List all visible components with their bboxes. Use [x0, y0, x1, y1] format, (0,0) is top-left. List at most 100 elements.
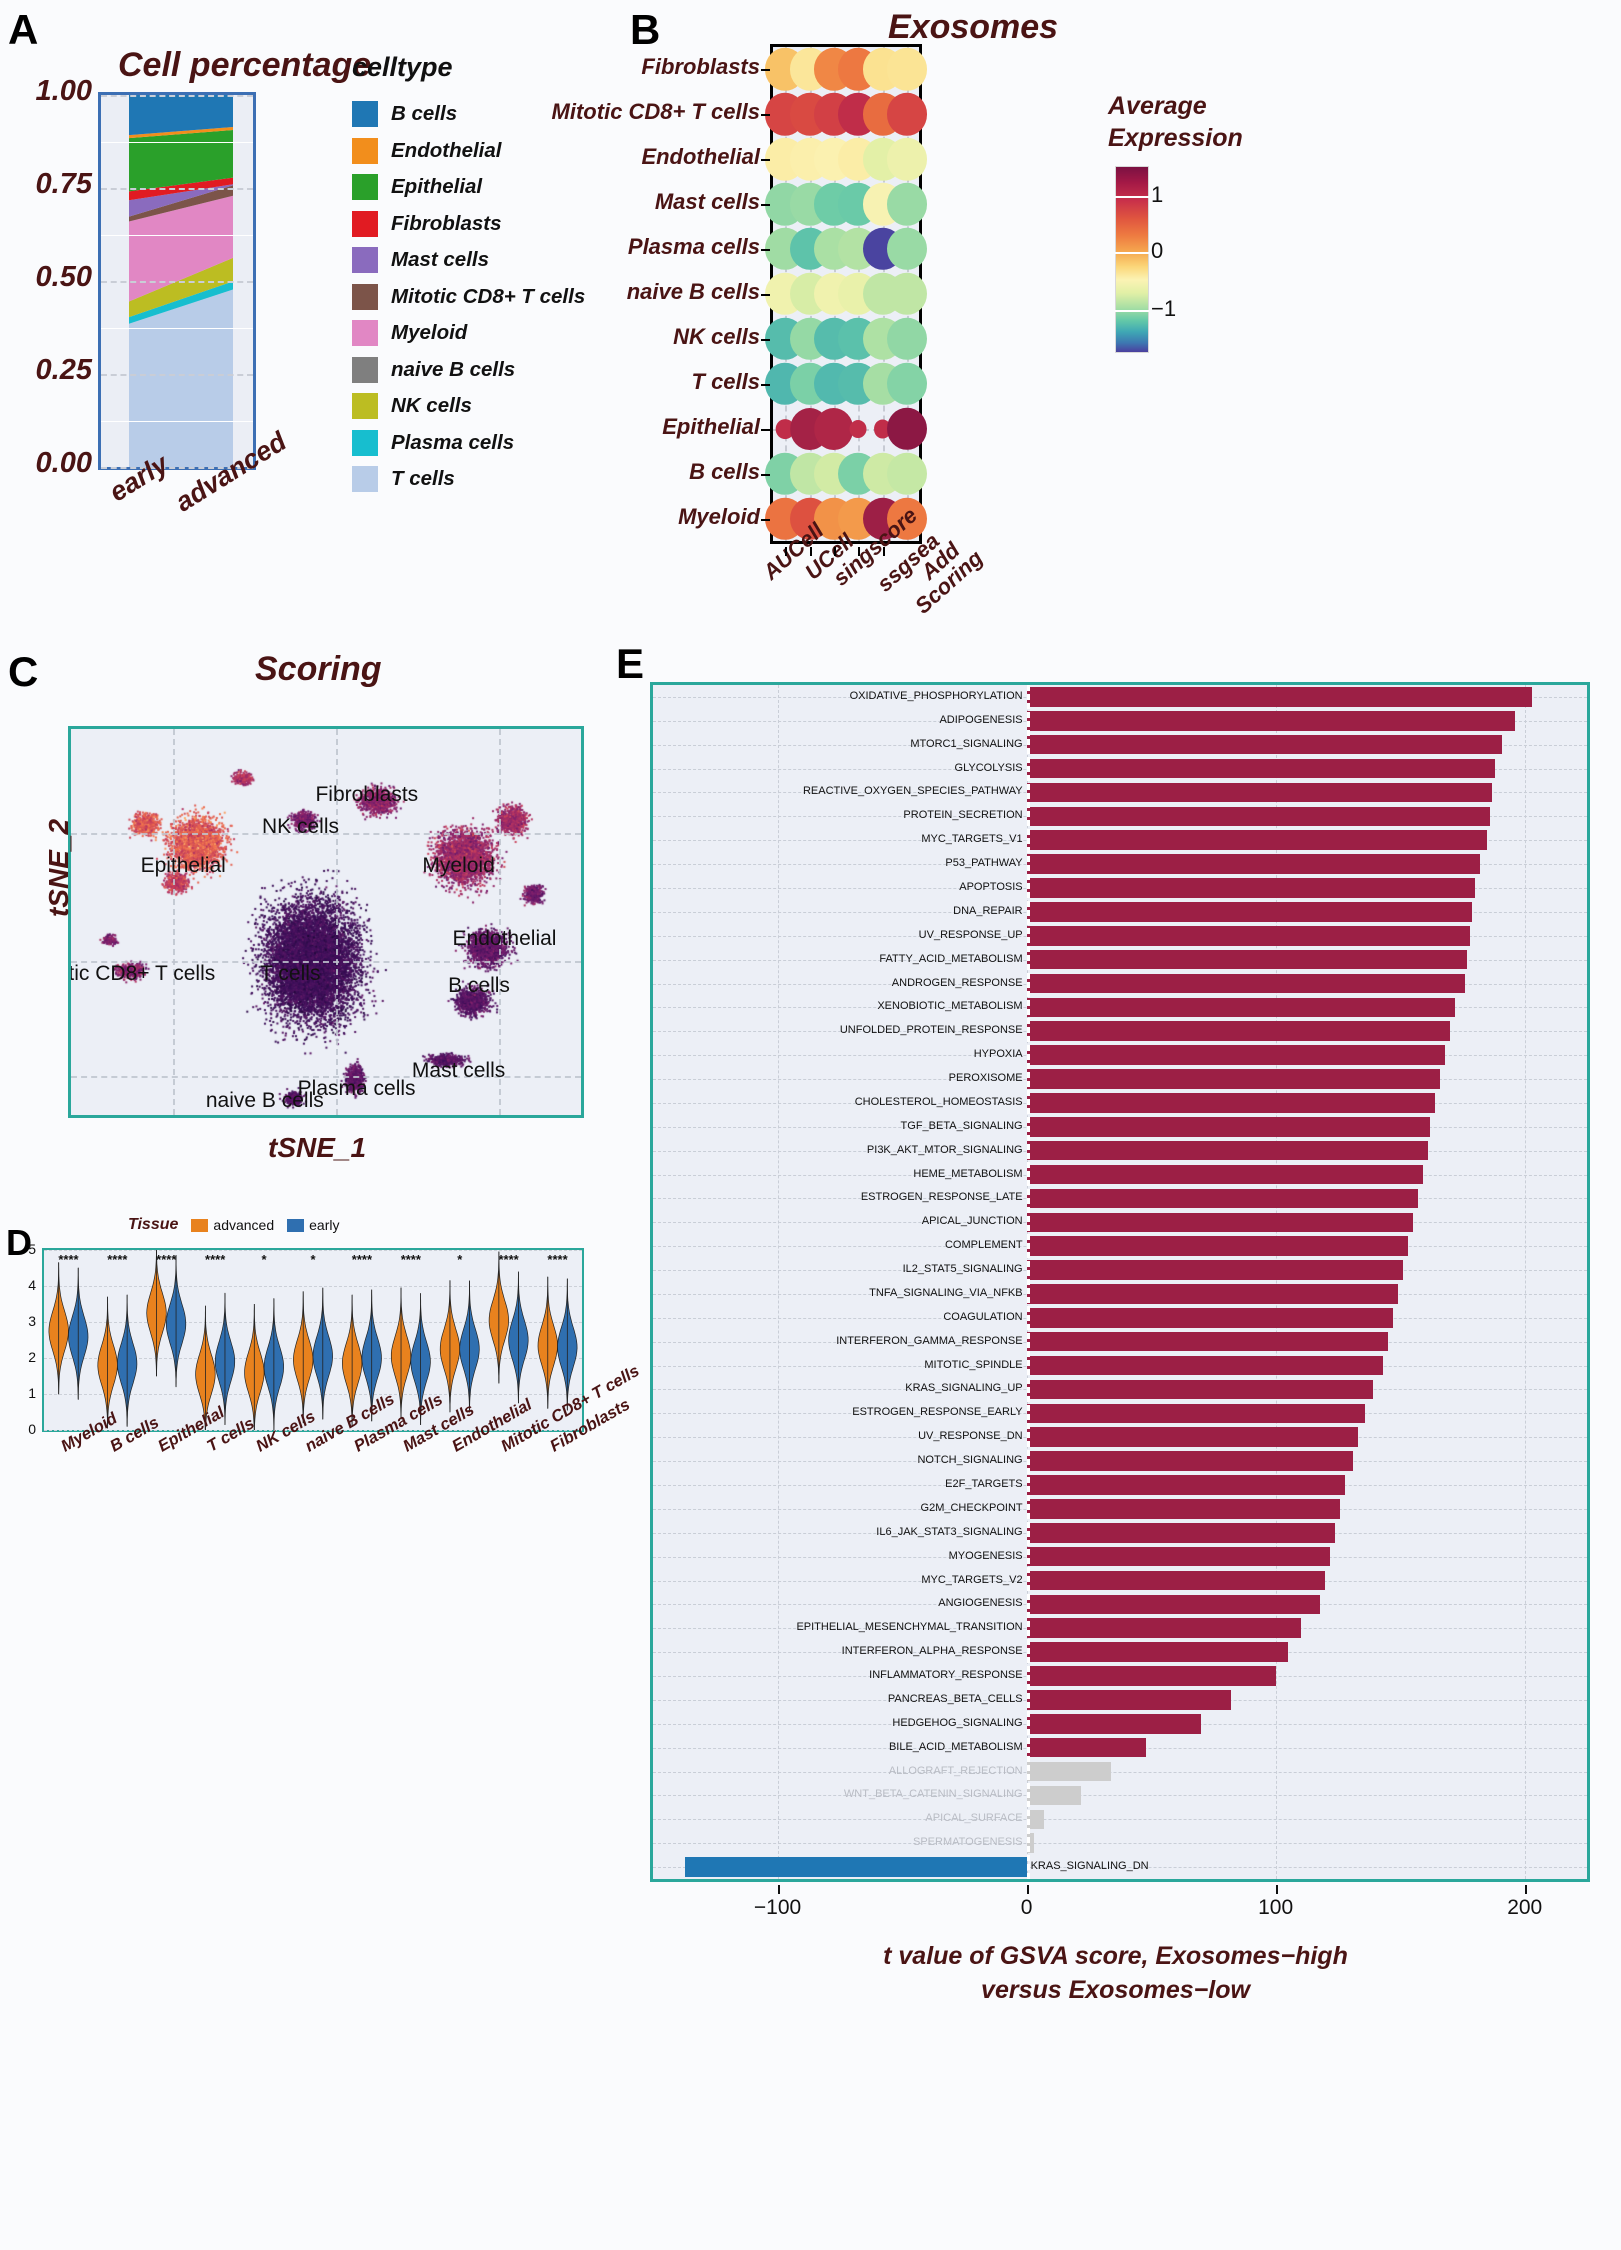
bar-label: ALLOGRAFT_REJECTION: [888, 1764, 1023, 1777]
legend-swatch: [352, 247, 378, 274]
bar: [1026, 1761, 1112, 1782]
legend-label: Fibroblasts: [391, 211, 502, 235]
legend-swatch: [352, 174, 378, 201]
bar-label: GLYCOLYSIS: [954, 761, 1023, 774]
significance-marker: ****: [107, 1252, 128, 1267]
zero-reference-line: [1026, 685, 1030, 1879]
dotplot-dot: [849, 419, 867, 438]
significance-marker: *: [310, 1252, 316, 1267]
y-tick-label: 0.75: [35, 168, 92, 200]
x-tick-mark: [809, 547, 812, 556]
bar: [1026, 902, 1473, 922]
dotplot-dot: [886, 48, 927, 91]
bar-label: KRAS_SIGNALING_DN: [1030, 1860, 1149, 1873]
bar-label: NOTCH_SIGNALING: [917, 1454, 1023, 1467]
bar: [1026, 1451, 1353, 1471]
bar: [1026, 997, 1455, 1018]
y-axis-label: Mast cells: [654, 189, 760, 215]
x-tick-mark: [833, 547, 836, 556]
bar-label: G2M_CHECKPOINT: [920, 1501, 1023, 1514]
panel-d-plot-area: [42, 1248, 584, 1432]
legend-label: advanced: [213, 1217, 275, 1233]
bar: [1026, 830, 1488, 850]
bar-label: INTERFERON_GAMMA_RESPONSE: [836, 1334, 1023, 1347]
bar-label: ESTROGEN_RESPONSE_EARLY: [852, 1406, 1023, 1419]
bar: [1026, 1236, 1408, 1256]
bar: [1026, 1284, 1398, 1304]
cluster-label: Fibroblasts: [315, 782, 419, 806]
panel-d-legend-items: advanced early: [185, 1217, 339, 1233]
legend-swatch: [352, 466, 378, 493]
bar: [1026, 1475, 1346, 1495]
panel-e-letter: E: [616, 640, 645, 687]
bar-label: E2F_TARGETS: [945, 1477, 1023, 1490]
bar: [1026, 1355, 1383, 1376]
panel-a: A Cell percentage 1.00 0.75 0.50 0.25 0.00 e…: [0, 0, 610, 640]
bar-label: EPITHELIAL_MESENCHYMAL_TRANSITION: [796, 1621, 1023, 1634]
panel-a-title: Cell percentage: [118, 46, 372, 84]
gridline-horizontal: [653, 1819, 1587, 1821]
bar-label: PI3K_AKT_MTOR_SIGNALING: [866, 1143, 1023, 1156]
bar: [1026, 1713, 1201, 1734]
bar-label: MYC_TARGETS_V2: [921, 1573, 1023, 1586]
legend-item: advanced: [191, 1217, 274, 1233]
legend-item: early: [287, 1217, 339, 1233]
legend-swatch: [191, 1218, 209, 1232]
panel-c-letter: C: [8, 648, 39, 695]
bar-label: ADIPOGENESIS: [939, 713, 1023, 726]
cluster-label: T cells: [260, 962, 321, 986]
y-tick-label: 4: [28, 1277, 36, 1293]
y-tick-label: 1: [28, 1385, 36, 1401]
bar-label: COMPLEMENT: [944, 1239, 1023, 1252]
significance-marker: ****: [498, 1252, 519, 1267]
x-tick-label: 200: [1507, 1896, 1543, 1919]
bar-label: UV_RESPONSE_UP: [918, 928, 1023, 941]
gridline: [101, 281, 253, 283]
bar: [1026, 1499, 1341, 1519]
bar-label: COAGULATION: [943, 1310, 1023, 1323]
panel-d: D Tissue advanced early 543210 **** **** **…: [0, 1180, 642, 2250]
violin-shapes: [48, 1250, 578, 1430]
bar: [1026, 1618, 1301, 1639]
bar: [1026, 1069, 1441, 1089]
bar: [1026, 1379, 1373, 1400]
legend-swatch: [352, 283, 378, 310]
panel-c-x-axis-label: tSNE_1: [268, 1132, 367, 1163]
bar-label: XENOBIOTIC_METABOLISM: [877, 1000, 1023, 1013]
gridline: [101, 188, 253, 190]
gridline-vertical: [777, 685, 779, 1879]
bar-label: INFLAMMATORY_RESPONSE: [869, 1669, 1023, 1682]
bar: [1026, 1021, 1450, 1042]
y-tick-mark: [761, 204, 770, 207]
x-tick-label: −100: [753, 1896, 802, 1919]
bar: [1026, 1522, 1336, 1543]
colorbar-tick-label: 1: [1151, 182, 1164, 207]
bar: [1026, 949, 1468, 970]
bar: [1026, 806, 1490, 827]
legend-swatch: [352, 137, 378, 164]
bar: [1026, 758, 1495, 779]
gridline-horizontal: [653, 1771, 1587, 1773]
panel-d-legend-title: Tissue: [128, 1216, 179, 1233]
y-tick-mark: [761, 383, 770, 386]
bar-label: TNFA_SIGNALING_VIA_NFKB: [869, 1286, 1023, 1299]
significance-marker: *: [457, 1252, 463, 1267]
colorbar-tick-label: −1: [1151, 296, 1177, 321]
bar-label: INTERFERON_ALPHA_RESPONSE: [841, 1645, 1023, 1658]
gridline-vertical: [499, 729, 502, 1115]
dotplot-dot: [886, 317, 927, 361]
cluster-label: Mitotic CD8+ T cells: [68, 962, 216, 986]
significance-marker: ****: [351, 1252, 373, 1267]
gridline-vertical: [173, 729, 175, 1115]
y-tick-label: 0.00: [35, 447, 92, 479]
y-axis-label: Myeloid: [678, 503, 760, 529]
bar: [1026, 1546, 1331, 1567]
bar-label: MYOGENESIS: [948, 1549, 1023, 1562]
bar-label: ANGIOGENESIS: [938, 1597, 1023, 1610]
panel-b-legend-title-line2: Expression: [1108, 124, 1243, 152]
y-tick-mark: [761, 294, 770, 296]
cluster-label: Myeloid: [422, 854, 495, 878]
gridline-vertical: [1524, 685, 1526, 1879]
y-tick-mark: [761, 428, 770, 431]
y-axis-label: B cells: [689, 458, 760, 484]
